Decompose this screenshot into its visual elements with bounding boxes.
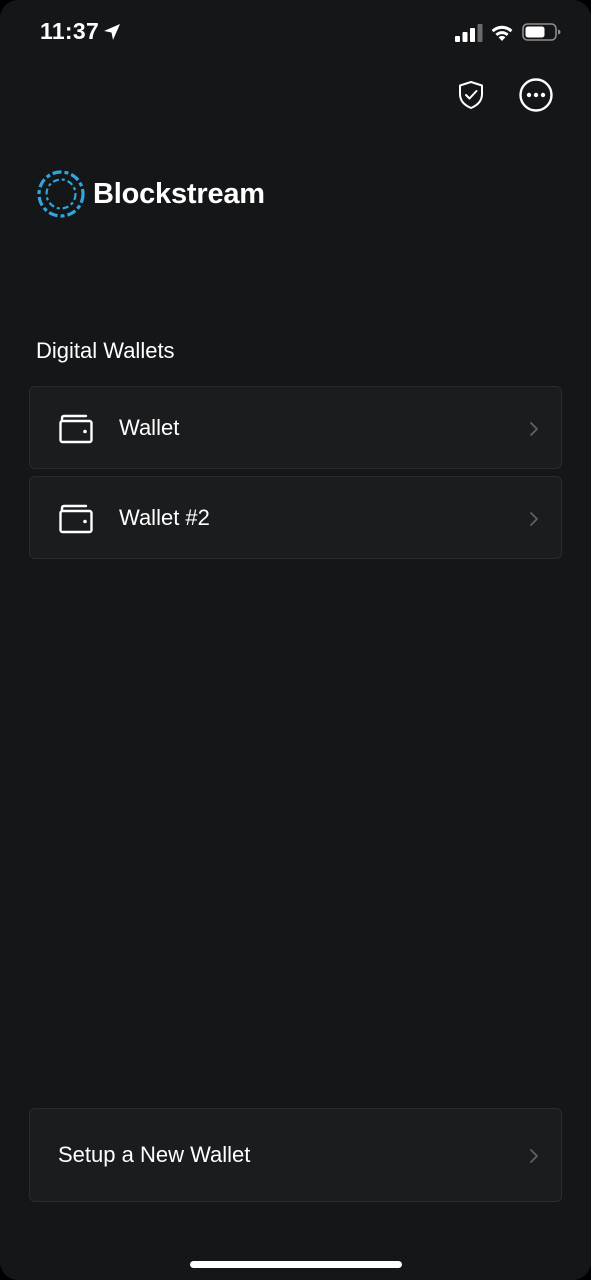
setup-new-wallet-label: Setup a New Wallet — [58, 1142, 251, 1167]
chevron-right-icon — [530, 1149, 538, 1163]
brand-name: Blockstream — [93, 177, 265, 210]
status-bar: 11:37 — [0, 0, 591, 66]
chevron-right-icon — [530, 512, 538, 526]
wallet-icon — [59, 504, 93, 534]
wallet-name: Wallet #2 — [119, 505, 210, 530]
blockstream-logo-icon — [37, 170, 85, 218]
setup-new-wallet-button[interactable]: Setup a New Wallet — [29, 1108, 562, 1202]
chevron-right-icon — [530, 422, 538, 436]
more-options-button[interactable] — [516, 75, 556, 115]
shield-check-icon — [459, 81, 483, 109]
home-indicator[interactable] — [190, 1261, 402, 1268]
wallet-icon — [59, 414, 93, 444]
location-arrow-icon — [104, 24, 120, 40]
app-screen: 11:37 Blockstream Digital Wallets Wallet… — [0, 0, 591, 1280]
battery-icon — [522, 23, 561, 41]
wallet-list: Wallet Wallet #2 — [29, 386, 562, 566]
wallet-list-item[interactable]: Wallet #2 — [29, 476, 562, 559]
wallet-name: Wallet — [119, 415, 180, 440]
brand: Blockstream — [36, 167, 265, 221]
cellular-signal-icon — [455, 24, 483, 42]
more-options-icon — [519, 78, 553, 112]
section-title: Digital Wallets — [36, 338, 175, 363]
status-time: 11:37 — [40, 18, 100, 44]
wifi-icon — [491, 25, 513, 41]
security-button[interactable] — [452, 76, 490, 114]
wallet-list-item[interactable]: Wallet — [29, 386, 562, 469]
